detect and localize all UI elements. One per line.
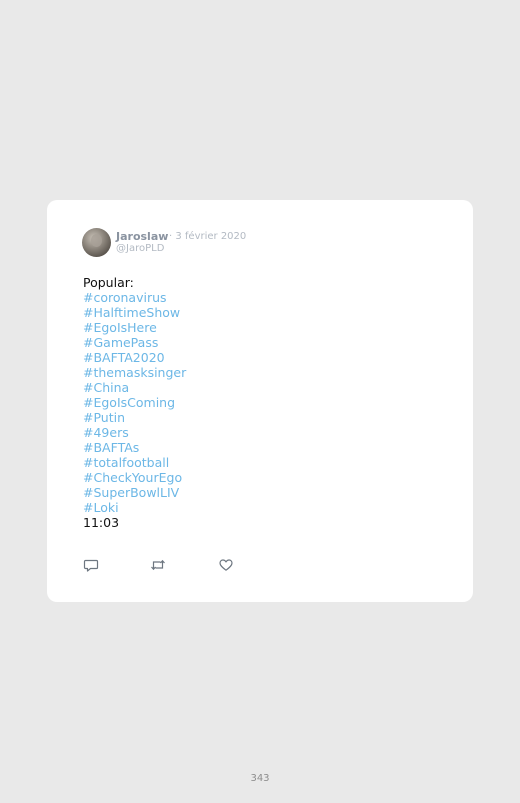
hashtag-link[interactable]: #EgoIsComing <box>83 395 186 410</box>
hashtag-link[interactable]: #China <box>83 380 186 395</box>
page-number: 343 <box>250 773 270 784</box>
avatar[interactable] <box>82 228 111 257</box>
reply-button[interactable] <box>83 557 99 573</box>
reply-icon <box>83 559 99 572</box>
hashtag-link[interactable]: #GamePass <box>83 335 186 350</box>
hashtag-link[interactable]: #totalfootball <box>83 455 186 470</box>
hashtag-link[interactable]: #BAFTA2020 <box>83 350 186 365</box>
tweet-card: Jaroslaw · 3 février 2020 @JaroPLD Popul… <box>47 200 473 602</box>
tweet-intro: Popular: <box>83 275 134 290</box>
retweet-icon <box>151 559 165 571</box>
retweet-button[interactable] <box>150 557 166 573</box>
hashtag-link[interactable]: #EgoIsHere <box>83 320 186 335</box>
tweet-time: 11:03 <box>83 515 120 530</box>
tweet-date: · 3 février 2020 <box>169 231 247 242</box>
hashtag-link[interactable]: #Loki <box>83 500 186 515</box>
hashtag-link[interactable]: #coronavirus <box>83 290 186 305</box>
like-button[interactable] <box>218 557 234 573</box>
heart-icon <box>219 559 233 571</box>
hashtag-link[interactable]: #CheckYourEgo <box>83 470 186 485</box>
hashtag-link[interactable]: #49ers <box>83 425 186 440</box>
hashtag-link[interactable]: #themasksinger <box>83 365 186 380</box>
author-name[interactable]: Jaroslaw <box>116 230 168 243</box>
hashtag-link[interactable]: #Putin <box>83 410 186 425</box>
hashtag-link[interactable]: #BAFTAs <box>83 440 186 455</box>
author-handle[interactable]: @JaroPLD <box>116 243 164 254</box>
hashtag-link[interactable]: #SuperBowlLIV <box>83 485 186 500</box>
tweet-text: Popular: #coronavirus #HalftimeShow #Ego… <box>83 275 186 530</box>
hashtag-link[interactable]: #HalftimeShow <box>83 305 186 320</box>
